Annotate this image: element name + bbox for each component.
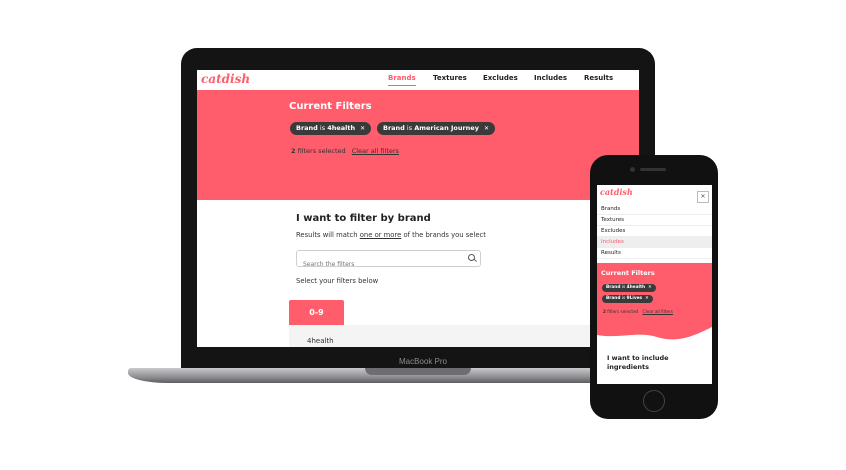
laptop-notch	[365, 368, 471, 375]
camera-icon	[630, 167, 635, 172]
device-label: MacBook Pro	[398, 357, 448, 366]
current-filters-title: Current Filters	[601, 269, 655, 277]
home-button[interactable]	[643, 390, 665, 412]
search-field[interactable]	[296, 250, 481, 272]
logo[interactable]: catdish	[600, 187, 633, 197]
top-nav: catdish Brands Textures Excludes Include…	[197, 70, 639, 90]
wave-divider	[197, 175, 639, 197]
close-icon[interactable]: ✕	[697, 191, 709, 203]
filters-count: 2 filters selected Clear all filters	[603, 309, 673, 314]
filter-chip[interactable]: Brand is 9Lives ✕	[602, 295, 653, 303]
clear-all-filters-link[interactable]: Clear all filters	[643, 309, 673, 314]
select-label: Select your filters below	[296, 277, 379, 285]
brand-list	[289, 325, 639, 347]
phone-screen: catdish ✕ Brands Textures Excludes Inclu…	[597, 185, 712, 384]
clear-all-filters-link[interactable]: Clear all filters	[352, 147, 399, 155]
menu-item-excludes[interactable]: Excludes	[597, 226, 712, 237]
wave-divider	[597, 323, 712, 340]
list-item[interactable]: 4health	[307, 337, 334, 345]
menu-item-textures[interactable]: Textures	[597, 215, 712, 226]
nav-results[interactable]: Results	[584, 74, 613, 82]
section-subtitle: Results will match one or more of the br…	[296, 231, 486, 239]
remove-chip-icon[interactable]: ✕	[645, 296, 649, 301]
menu-item-results[interactable]: Results	[597, 248, 712, 259]
section-title: I want to include ingredients	[607, 354, 669, 371]
nav-textures[interactable]: Textures	[433, 74, 467, 82]
remove-chip-icon[interactable]: ✕	[648, 285, 652, 290]
remove-chip-icon[interactable]: ✕	[360, 125, 365, 132]
filter-chip[interactable]: Brand is 4health ✕	[602, 284, 656, 292]
search-input[interactable]	[297, 257, 453, 272]
menu-item-brands[interactable]: Brands	[597, 204, 712, 215]
search-icon[interactable]	[468, 254, 475, 261]
logo[interactable]: catdish	[201, 72, 250, 86]
speaker-icon	[640, 168, 666, 171]
nav-excludes[interactable]: Excludes	[483, 74, 518, 82]
current-filters-title: Current Filters	[289, 101, 372, 112]
tab-0-9[interactable]: 0-9	[289, 300, 344, 325]
laptop-screen: catdish Brands Textures Excludes Include…	[197, 70, 639, 347]
filter-chip[interactable]: Brand is American Journey ✕	[377, 122, 495, 135]
current-filters-panel	[197, 90, 639, 200]
menu-item-includes[interactable]: Includes	[597, 237, 712, 248]
filters-count: 2 filters selected Clear all filters	[291, 147, 399, 155]
filter-chip[interactable]: Brand is 4health ✕	[290, 122, 372, 135]
nav-includes[interactable]: Includes	[534, 74, 567, 82]
nav-brands[interactable]: Brands	[388, 74, 416, 86]
section-title: I want to filter by brand	[296, 213, 431, 224]
remove-chip-icon[interactable]: ✕	[484, 125, 489, 132]
